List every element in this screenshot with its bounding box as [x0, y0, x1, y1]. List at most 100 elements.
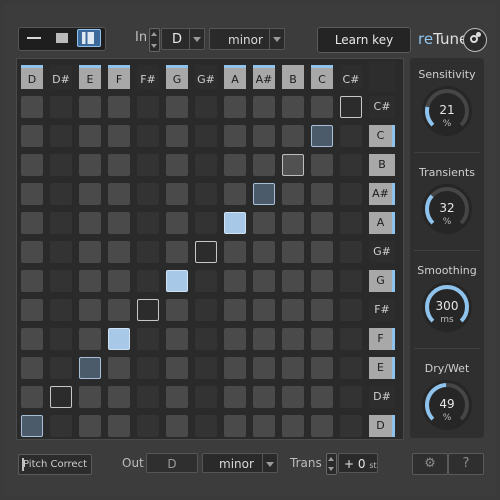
grid-cell[interactable] — [195, 125, 217, 147]
grid-cell[interactable] — [50, 299, 72, 321]
view-grid-button[interactable] — [77, 29, 101, 47]
grid-cell[interactable] — [195, 328, 217, 350]
grid-cell[interactable] — [108, 241, 130, 263]
grid-cell[interactable] — [311, 328, 333, 350]
grid-cell[interactable] — [253, 328, 275, 350]
grid-cell[interactable] — [282, 125, 304, 147]
row-label[interactable]: F# — [369, 299, 395, 321]
knob-dial[interactable]: 300 ms — [422, 282, 472, 332]
grid-cell[interactable] — [166, 386, 188, 408]
grid-cell[interactable] — [282, 212, 304, 234]
grid-cell[interactable] — [282, 299, 304, 321]
grid-cell[interactable] — [311, 212, 333, 234]
row-label[interactable]: G — [369, 270, 395, 292]
grid-cell[interactable] — [311, 386, 333, 408]
grid-cell-active[interactable] — [21, 415, 43, 437]
grid-cell[interactable] — [224, 386, 246, 408]
grid-cell[interactable] — [282, 415, 304, 437]
input-key-select[interactable]: D — [161, 28, 205, 50]
grid-cell[interactable] — [50, 270, 72, 292]
column-header[interactable]: F — [108, 65, 130, 89]
grid-cell[interactable] — [137, 386, 159, 408]
grid-cell[interactable] — [282, 386, 304, 408]
grid-cell-active[interactable] — [340, 96, 362, 118]
grid-cell[interactable] — [137, 125, 159, 147]
grid-cell[interactable] — [253, 212, 275, 234]
grid-cell[interactable] — [21, 96, 43, 118]
grid-cell[interactable] — [282, 96, 304, 118]
grid-cell[interactable] — [253, 154, 275, 176]
grid-cell-active[interactable] — [50, 386, 72, 408]
grid-cell[interactable] — [166, 154, 188, 176]
knob-dial[interactable]: 21% — [422, 86, 472, 136]
transpose-field[interactable]: + 0 st — [338, 453, 378, 473]
row-label[interactable]: C — [369, 125, 395, 147]
column-header[interactable]: A — [224, 65, 246, 89]
grid-cell[interactable] — [224, 415, 246, 437]
grid-cell[interactable] — [224, 357, 246, 379]
grid-cell[interactable] — [50, 125, 72, 147]
grid-cell[interactable] — [108, 154, 130, 176]
column-header[interactable]: A# — [253, 65, 275, 89]
grid-cell[interactable] — [195, 386, 217, 408]
column-header[interactable]: F# — [137, 65, 159, 89]
grid-cell[interactable] — [340, 299, 362, 321]
grid-cell-active[interactable] — [253, 183, 275, 205]
grid-cell[interactable] — [108, 415, 130, 437]
grid-cell[interactable] — [340, 125, 362, 147]
grid-cell[interactable] — [79, 241, 101, 263]
grid-cell[interactable] — [50, 96, 72, 118]
grid-cell[interactable] — [137, 328, 159, 350]
row-label[interactable]: G# — [369, 241, 395, 263]
grid-cell-active[interactable] — [224, 212, 246, 234]
grid-cell[interactable] — [79, 154, 101, 176]
grid-cell[interactable] — [224, 96, 246, 118]
grid-cell[interactable] — [195, 96, 217, 118]
grid-cell[interactable] — [21, 212, 43, 234]
grid-cell[interactable] — [311, 241, 333, 263]
grid-cell[interactable] — [166, 125, 188, 147]
grid-cell[interactable] — [50, 241, 72, 263]
grid-cell-active[interactable] — [166, 270, 188, 292]
grid-cell[interactable] — [253, 270, 275, 292]
grid-cell[interactable] — [311, 154, 333, 176]
plugin-logo-icon[interactable] — [463, 28, 487, 52]
grid-cell[interactable] — [340, 357, 362, 379]
row-label[interactable]: D# — [369, 386, 395, 408]
transpose-stepper[interactable] — [326, 453, 337, 475]
input-key-stepper[interactable] — [149, 28, 160, 52]
grid-cell[interactable] — [282, 183, 304, 205]
grid-cell[interactable] — [224, 125, 246, 147]
row-label[interactable]: F — [369, 328, 395, 350]
grid-cell[interactable] — [137, 183, 159, 205]
grid-cell-active[interactable] — [311, 125, 333, 147]
grid-cell[interactable] — [311, 96, 333, 118]
grid-cell[interactable] — [166, 212, 188, 234]
grid-cell[interactable] — [224, 241, 246, 263]
grid-cell[interactable] — [108, 299, 130, 321]
row-label[interactable]: E — [369, 357, 395, 379]
grid-cell[interactable] — [166, 328, 188, 350]
grid-cell[interactable] — [108, 270, 130, 292]
grid-cell[interactable] — [340, 415, 362, 437]
grid-cell[interactable] — [108, 183, 130, 205]
grid-cell[interactable] — [166, 299, 188, 321]
grid-cell[interactable] — [340, 386, 362, 408]
help-button[interactable]: ? — [448, 453, 484, 475]
grid-cell[interactable] — [21, 270, 43, 292]
grid-cell[interactable] — [50, 357, 72, 379]
grid-cell[interactable] — [21, 357, 43, 379]
view-compact-button[interactable] — [23, 30, 45, 46]
grid-cell[interactable] — [282, 270, 304, 292]
output-key-field[interactable]: D — [146, 453, 198, 473]
grid-cell[interactable] — [79, 125, 101, 147]
row-label[interactable]: A — [369, 212, 395, 234]
grid-cell-active[interactable] — [79, 357, 101, 379]
grid-cell[interactable] — [79, 386, 101, 408]
column-header[interactable]: G — [166, 65, 188, 89]
grid-cell[interactable] — [21, 125, 43, 147]
grid-cell[interactable] — [224, 299, 246, 321]
row-label[interactable]: C# — [369, 96, 395, 118]
grid-cell[interactable] — [195, 154, 217, 176]
output-scale-select[interactable]: minor — [202, 453, 278, 473]
